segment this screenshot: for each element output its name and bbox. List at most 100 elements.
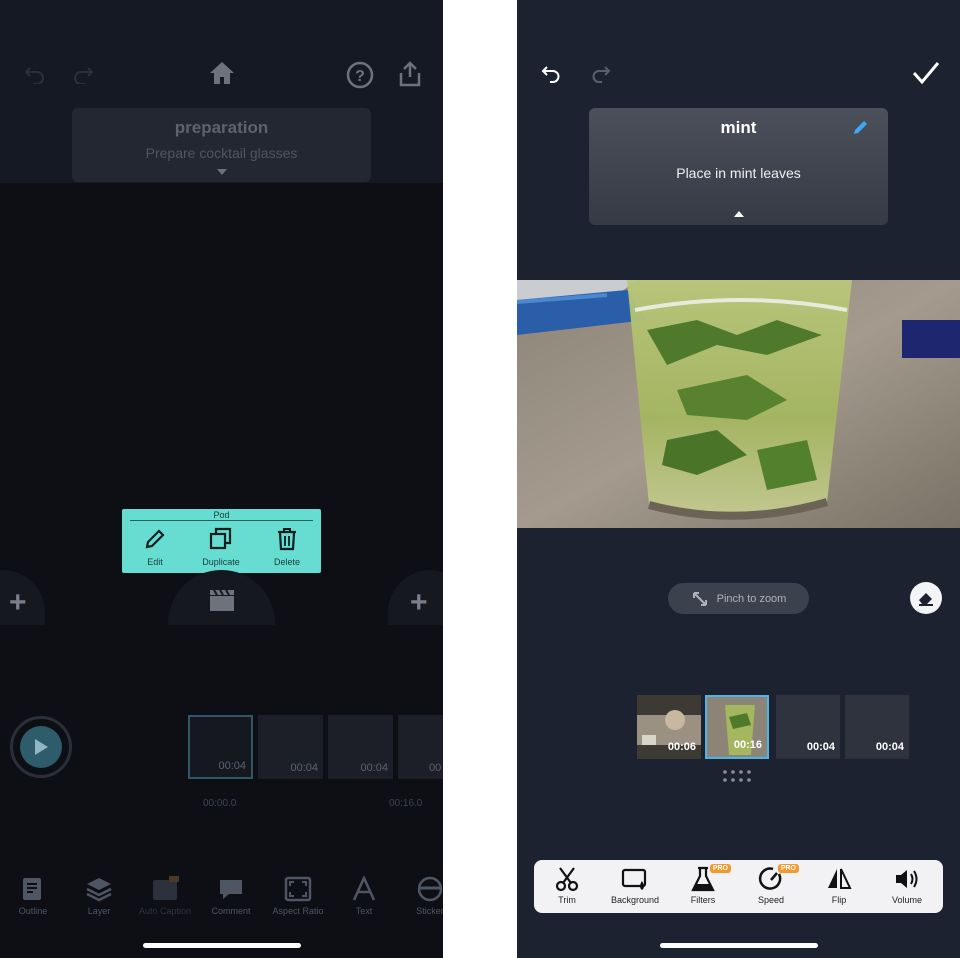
- filters-label: Filters: [690, 895, 716, 905]
- text-tool[interactable]: Text: [331, 876, 397, 916]
- expand-caret-icon[interactable]: [217, 169, 227, 175]
- duplicate-button[interactable]: Duplicate: [191, 525, 251, 571]
- duplicate-label: Duplicate: [202, 557, 240, 567]
- flip-icon: [825, 866, 853, 892]
- step-title: preparation: [174, 118, 269, 137]
- aspect-ratio-tool[interactable]: Aspect Ratio: [265, 876, 331, 916]
- scissors-icon: [553, 866, 581, 892]
- pinch-arrows-icon: [692, 591, 707, 606]
- home-indicator[interactable]: [143, 943, 301, 948]
- eraser-icon: [919, 593, 933, 606]
- play-button[interactable]: [20, 726, 62, 768]
- comment-icon: [217, 876, 245, 902]
- pod-menu-title: Pod: [213, 510, 230, 520]
- aspect-ratio-label: Aspect Ratio: [272, 906, 324, 916]
- layer-label: Layer: [87, 906, 111, 916]
- add-before-button[interactable]: +: [0, 570, 45, 625]
- svg-text:?: ?: [355, 68, 365, 85]
- edit-label: Edit: [147, 557, 163, 567]
- right-screen: mint Place in mint leaves Pinch to zoom …: [517, 0, 960, 958]
- trim-label: Trim: [558, 895, 576, 905]
- volume-label: Volume: [891, 895, 923, 905]
- clip-duration: 00: [429, 762, 442, 774]
- background-tool[interactable]: Background: [602, 866, 668, 905]
- pencil-icon: [143, 527, 167, 551]
- auto-caption-tool[interactable]: Auto Caption: [132, 876, 198, 916]
- background-icon: [621, 866, 649, 892]
- auto-caption-icon: [151, 876, 179, 902]
- sticker-tool[interactable]: Sticker: [397, 876, 443, 916]
- edit-toolbar: Trim Background PRO Filters PRO Speed Fl…: [534, 860, 943, 913]
- clip-duration: 00:06: [667, 741, 696, 753]
- home-icon[interactable]: [208, 60, 236, 86]
- background-label: Background: [610, 895, 660, 905]
- speed-tool[interactable]: PRO Speed: [738, 864, 804, 905]
- clip-library-button[interactable]: [168, 570, 275, 625]
- flip-tool[interactable]: Flip: [806, 866, 872, 905]
- step-card[interactable]: mint Place in mint leaves: [589, 108, 888, 225]
- timeline-clip[interactable]: 00:04: [776, 695, 840, 759]
- delete-button[interactable]: Delete: [257, 525, 317, 571]
- pod-context-menu: Pod Edit Duplicate Delete: [122, 509, 321, 573]
- comment-label: Comment: [211, 906, 251, 916]
- duplicate-icon: [209, 527, 233, 551]
- clapperboard-icon: [208, 588, 236, 612]
- home-indicator[interactable]: [660, 943, 818, 948]
- timeline-clip[interactable]: 00:04: [328, 715, 393, 779]
- step-card[interactable]: preparation Prepare cocktail glasses: [72, 108, 371, 182]
- divider: [130, 520, 313, 521]
- add-after-button[interactable]: +: [388, 570, 443, 625]
- flip-label: Flip: [831, 895, 847, 905]
- filters-tool[interactable]: PRO Filters: [670, 864, 736, 905]
- redo-icon[interactable]: [589, 64, 611, 84]
- help-icon[interactable]: ?: [346, 61, 374, 89]
- step-description: Prepare cocktail glasses: [145, 145, 298, 161]
- eraser-button[interactable]: [910, 582, 942, 614]
- trash-icon: [275, 527, 299, 551]
- auto-caption-label: Auto Caption: [138, 906, 192, 916]
- timeline-clip[interactable]: 00: [398, 715, 443, 779]
- collapse-caret-icon[interactable]: [734, 211, 744, 217]
- sticker-label: Sticker: [416, 906, 443, 916]
- outline-tool[interactable]: Outline: [0, 876, 66, 916]
- timeline-clip[interactable]: 00:04: [845, 695, 909, 759]
- text-label: Text: [355, 906, 373, 916]
- trim-tool[interactable]: Trim: [534, 866, 600, 905]
- filters-icon: PRO: [689, 864, 731, 892]
- clip-duration: 00:04: [360, 762, 388, 774]
- timeline-clip-selected[interactable]: 00:16: [705, 695, 769, 759]
- play-icon: [35, 739, 48, 755]
- undo-icon[interactable]: [541, 64, 563, 84]
- timestamp-start: 00:00.0: [203, 798, 237, 809]
- comment-tool[interactable]: Comment: [198, 876, 264, 916]
- clip-duration: 00:04: [290, 762, 318, 774]
- undo-icon[interactable]: [24, 64, 46, 84]
- step-description: Place in mint leaves: [676, 165, 801, 181]
- aspect-ratio-icon: [284, 876, 312, 902]
- timeline-clip[interactable]: 00:06: [637, 695, 701, 759]
- timeline-clip[interactable]: 00:04: [188, 715, 253, 779]
- clip-duration: 00:04: [875, 741, 904, 753]
- delete-label: Delete: [273, 557, 300, 567]
- layer-tool[interactable]: Layer: [66, 876, 132, 916]
- pencil-icon[interactable]: [852, 118, 870, 136]
- clip-duration: 00:04: [218, 760, 246, 772]
- video-preview[interactable]: [517, 280, 960, 528]
- pinch-to-zoom-hint: Pinch to zoom: [668, 583, 809, 614]
- redo-icon[interactable]: [72, 64, 94, 84]
- volume-icon: [893, 866, 921, 892]
- pro-badge: PRO: [777, 864, 799, 873]
- drag-handle-icon[interactable]: [722, 769, 754, 783]
- edit-button[interactable]: Edit: [125, 525, 185, 571]
- speed-icon: PRO: [757, 864, 799, 892]
- step-title: mint: [720, 118, 757, 137]
- plus-icon: +: [410, 586, 428, 619]
- timestamp-mid: 00:16.0: [389, 798, 423, 809]
- timeline-clip[interactable]: 00:04: [258, 715, 323, 779]
- left-screen: ? preparation Prepare cocktail glasses P…: [0, 0, 443, 958]
- volume-tool[interactable]: Volume: [874, 866, 940, 905]
- text-icon: [350, 876, 378, 902]
- outline-label: Outline: [18, 906, 48, 916]
- checkmark-icon[interactable]: [912, 60, 940, 86]
- share-icon[interactable]: [397, 60, 423, 88]
